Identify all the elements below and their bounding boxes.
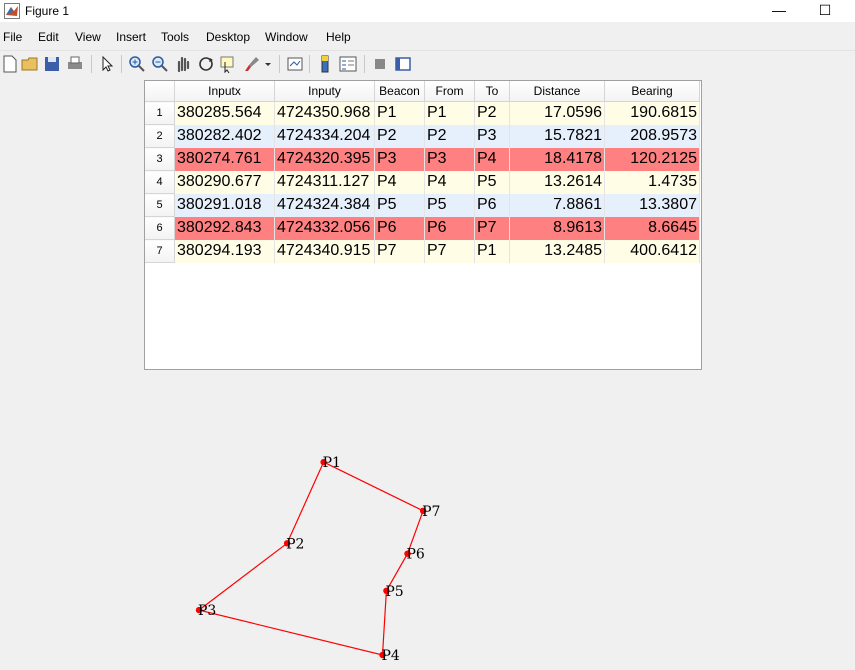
point-label-p2: P2: [286, 536, 304, 552]
boundary-line: [197, 461, 424, 656]
point-label-p1: P1: [323, 455, 341, 471]
point-label-p3: P3: [198, 603, 216, 619]
point-label-p4: P4: [382, 648, 400, 664]
beacon-plot: P1 P2 P3 P4 P5 P6 P7: [195, 455, 440, 664]
point-label-p7: P7: [422, 504, 440, 520]
point-label-p6: P6: [407, 547, 425, 563]
point-label-p5: P5: [385, 584, 403, 600]
